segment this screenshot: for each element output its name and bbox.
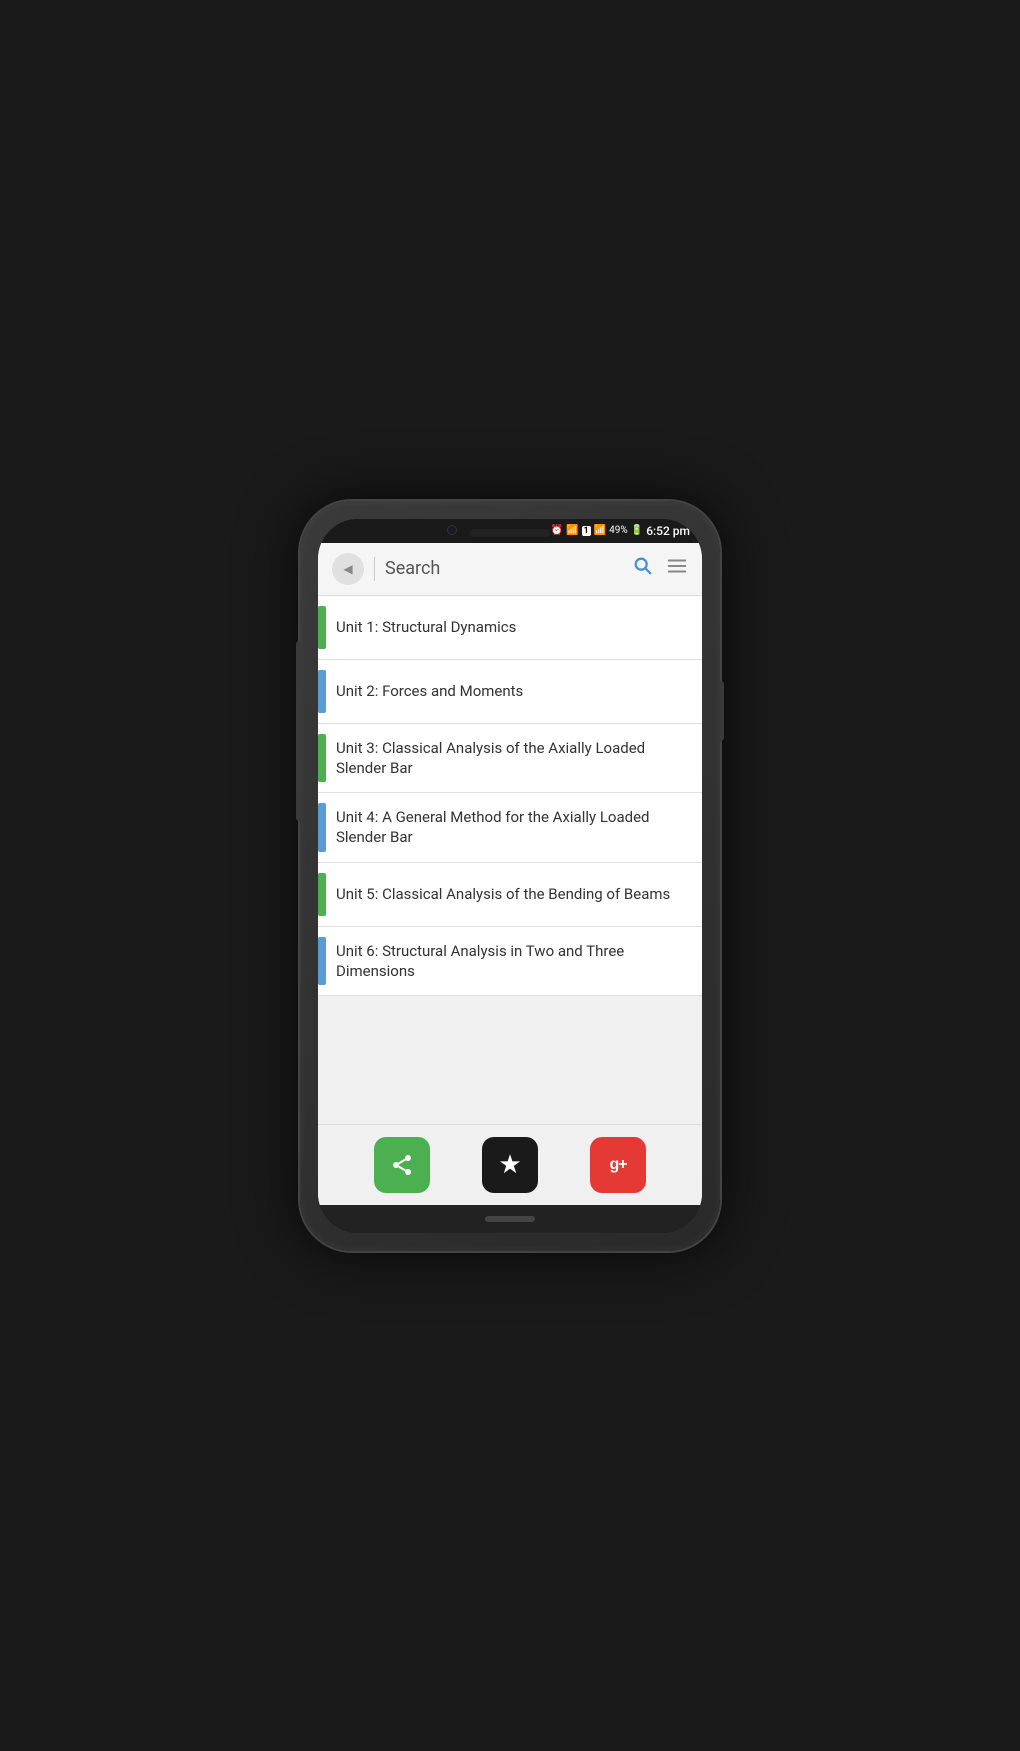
camera — [447, 525, 457, 535]
unit-label-6: Unit 6: Structural Analysis in Two and T… — [326, 927, 702, 996]
home-button[interactable] — [485, 1216, 535, 1222]
alarm-icon: ⏰ — [551, 525, 563, 536]
unit-color-bar-5 — [318, 873, 326, 916]
phone-bottom — [318, 1205, 702, 1233]
phone-screen: ⏰ 📶 1 📶 49% 🔋 6:52 pm Search — [318, 519, 702, 1233]
battery-label: 49% — [609, 525, 628, 536]
share-icon — [390, 1153, 414, 1177]
star-icon: ★ — [498, 1149, 521, 1180]
toolbar: Search — [318, 543, 702, 596]
unit-label-5: Unit 5: Classical Analysis of the Bendin… — [326, 863, 682, 926]
sim-icon: 1 — [582, 526, 591, 536]
screen-content: Search — [318, 543, 702, 1205]
unit-item-3[interactable]: Unit 3: Classical Analysis of the Axiall… — [318, 724, 702, 794]
status-time: 6:52 pm — [646, 524, 690, 538]
search-button[interactable] — [632, 555, 654, 583]
unit-label-4: Unit 4: A General Method for the Axially… — [326, 793, 702, 862]
unit-color-bar-3 — [318, 734, 326, 783]
unit-item-1[interactable]: Unit 1: Structural Dynamics — [318, 596, 702, 660]
gplus-button[interactable]: g+ — [590, 1137, 646, 1193]
unit-list: Unit 1: Structural Dynamics Unit 2: Forc… — [318, 596, 702, 1124]
unit-item-5[interactable]: Unit 5: Classical Analysis of the Bendin… — [318, 863, 702, 927]
unit-color-bar-1 — [318, 606, 326, 649]
unit-color-bar-6 — [318, 937, 326, 986]
menu-icon — [666, 555, 688, 582]
toolbar-title: Search — [385, 558, 622, 579]
share-button[interactable] — [374, 1137, 430, 1193]
unit-color-bar-4 — [318, 803, 326, 852]
unit-label-1: Unit 1: Structural Dynamics — [326, 596, 528, 659]
status-icons: ⏰ 📶 1 📶 49% 🔋 6:52 pm — [551, 524, 690, 538]
menu-button[interactable] — [666, 555, 688, 582]
bottom-bar: ★ g+ — [318, 1124, 702, 1205]
unit-color-bar-2 — [318, 670, 326, 713]
speaker — [470, 529, 550, 537]
unit-item-4[interactable]: Unit 4: A General Method for the Axially… — [318, 793, 702, 863]
unit-label-3: Unit 3: Classical Analysis of the Axiall… — [326, 724, 702, 793]
unit-item-6[interactable]: Unit 6: Structural Analysis in Two and T… — [318, 927, 702, 997]
toolbar-icons — [632, 555, 688, 583]
back-button[interactable] — [332, 553, 364, 585]
unit-item-2[interactable]: Unit 2: Forces and Moments — [318, 660, 702, 724]
wifi-icon: 📶 — [566, 525, 578, 536]
phone-frame: ⏰ 📶 1 📶 49% 🔋 6:52 pm Search — [300, 501, 720, 1251]
signal-icon: 📶 — [594, 525, 606, 536]
list-footer-space — [318, 996, 702, 1056]
star-button[interactable]: ★ — [482, 1137, 538, 1193]
search-icon — [632, 555, 654, 583]
battery-icon: 🔋 — [631, 525, 643, 536]
toolbar-divider — [374, 557, 375, 581]
unit-label-2: Unit 2: Forces and Moments — [326, 660, 535, 723]
gplus-icon: g+ — [609, 1156, 626, 1174]
